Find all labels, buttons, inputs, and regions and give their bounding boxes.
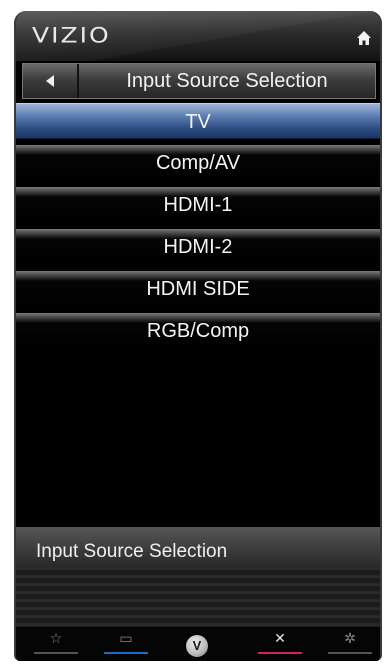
back-button[interactable] [23,64,79,98]
vizio-v-button[interactable]: V [186,635,208,657]
gear-icon: ✲ [344,631,356,647]
home-icon[interactable] [356,30,372,46]
page-title: Input Source Selection [126,70,328,92]
title-bar: Input Source Selection [22,63,376,99]
back-arrow-icon [46,75,54,87]
header: VIZIO [16,11,380,61]
info-panel: Input Source Selection [16,527,380,627]
menu-item-rgb-comp[interactable]: RGB/Comp [16,313,380,349]
close-underline [258,652,302,654]
favorites-underline [34,652,78,654]
tv-menu-window: VIZIO Input Source Selection TV Comp/AV … [14,11,382,661]
input-source-list: TV Comp/AV HDMI-1 HDMI-2 HDMI SIDE RGB/C… [16,103,380,355]
vizio-logo: VIZIO [32,23,111,48]
menu-item-hdmi-side[interactable]: HDMI SIDE [16,271,380,307]
menu-item-hdmi-1[interactable]: HDMI-1 [16,187,380,223]
widgets-button[interactable]: ▭ [102,630,150,656]
close-icon: ✕ [274,631,286,647]
settings-button[interactable]: ✲ [326,630,374,656]
widgets-underline [104,652,148,654]
menu-item-hdmi-2[interactable]: HDMI-2 [16,229,380,265]
settings-underline [328,652,372,654]
favorites-button[interactable]: ☆ [32,630,80,656]
close-button[interactable]: ✕ [256,630,304,656]
menu-item-tv[interactable]: TV [16,103,380,139]
widgets-icon: ▭ [119,631,133,647]
bottom-nav-bar: ☆ ▭ V ✕ ✲ [16,627,380,661]
star-icon: ☆ [49,631,63,647]
info-text: Input Source Selection [36,541,228,562]
vizio-v-icon: V [192,638,202,653]
menu-item-comp-av[interactable]: Comp/AV [16,145,380,181]
